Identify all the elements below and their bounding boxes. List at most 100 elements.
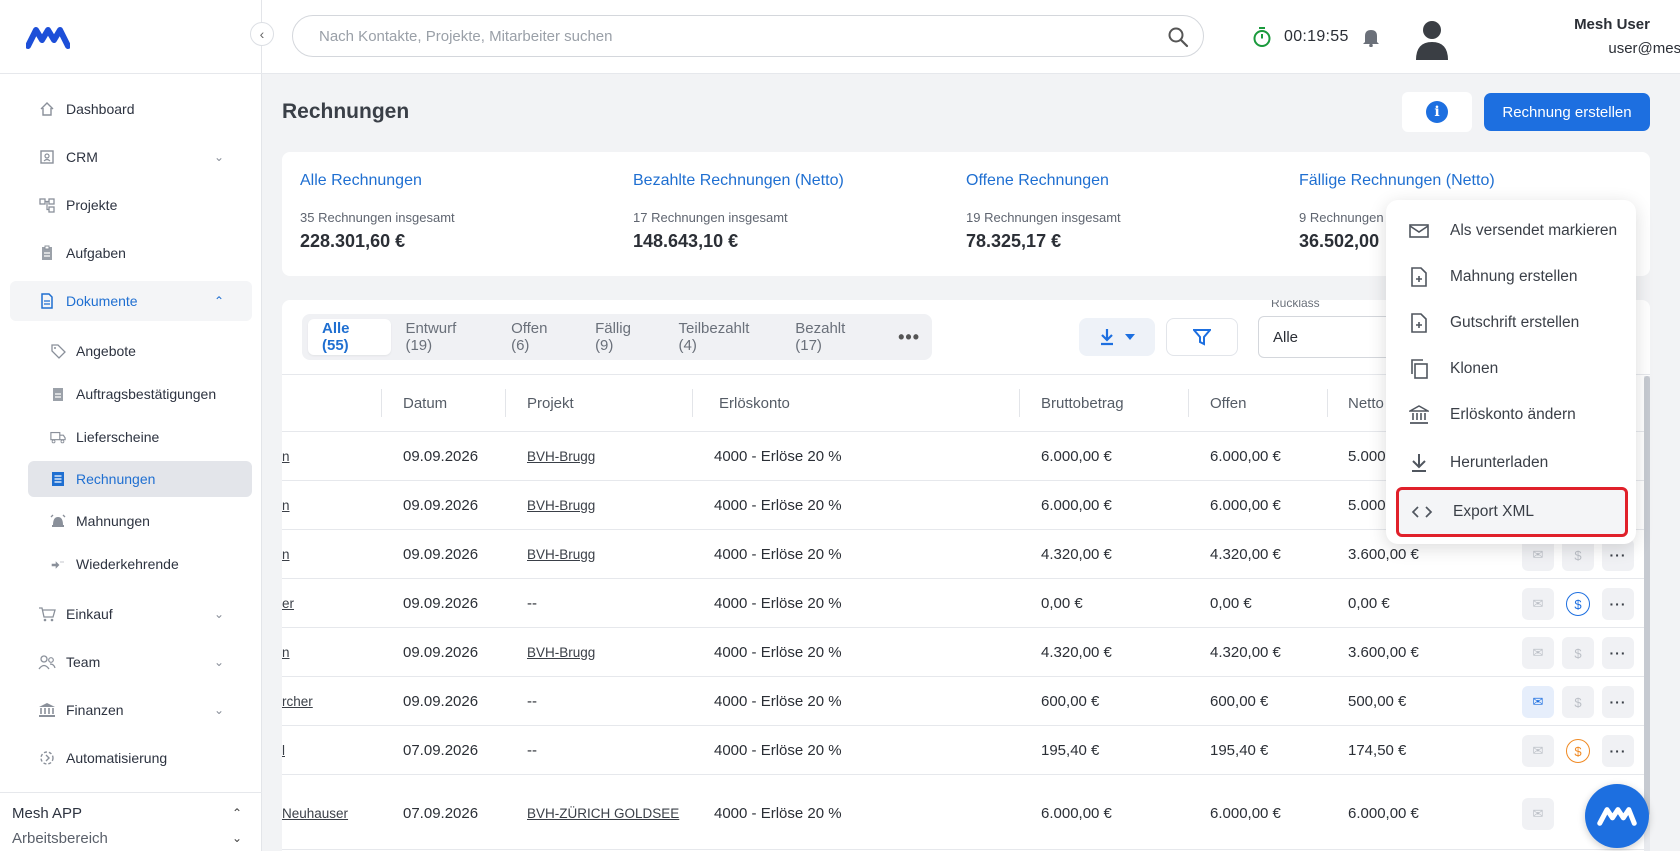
customer-link[interactable]: n xyxy=(282,481,290,529)
collapse-sidebar-button[interactable]: ‹ xyxy=(250,22,274,46)
stopwatch-icon[interactable] xyxy=(1252,26,1272,48)
chevron-up-icon[interactable]: ⌃ xyxy=(232,806,242,820)
sidebar-sub-auftragsbestaetigungen[interactable]: Auftragsbestätigungen xyxy=(28,376,252,412)
invoice-icon xyxy=(50,471,66,487)
mesh-logo[interactable] xyxy=(26,24,70,50)
tab-entwurf[interactable]: Entwurf (19) xyxy=(391,319,497,355)
download-menu-button[interactable] xyxy=(1079,318,1155,356)
customer-link[interactable]: n xyxy=(282,432,290,480)
col-projekt[interactable]: Projekt xyxy=(527,375,574,431)
user-name[interactable]: Mesh User xyxy=(1512,16,1680,33)
summary-open[interactable]: Offene Rechnungen 19 Rechnungen insgesam… xyxy=(966,172,1276,252)
tag-icon xyxy=(50,343,66,359)
chevron-down-icon[interactable]: ⌄ xyxy=(232,831,242,845)
user-avatar-icon[interactable] xyxy=(1414,18,1450,60)
project-link[interactable]: BVH-Brugg xyxy=(527,628,595,676)
payment-icon[interactable]: $ xyxy=(1566,592,1590,616)
summary-all[interactable]: Alle Rechnungen 35 Rechnungen insgesamt … xyxy=(300,172,610,252)
send-email-icon[interactable]: ✉ xyxy=(1522,686,1554,718)
more-actions-button[interactable]: ··· xyxy=(1602,637,1634,669)
summary-paid[interactable]: Bezahlte Rechnungen (Netto) 17 Rechnunge… xyxy=(633,172,943,252)
project-link[interactable]: BVH-Brugg xyxy=(527,530,595,578)
customer-link[interactable]: n xyxy=(282,628,290,676)
tab-bezahlt[interactable]: Bezahlt (17) xyxy=(781,319,886,355)
tab-faellig[interactable]: Fällig (9) xyxy=(581,319,664,355)
sidebar-item-team[interactable]: Team ⌄ xyxy=(10,642,252,682)
col-bruttobetrag[interactable]: Bruttobetrag xyxy=(1041,375,1124,431)
open-cell: 0,00 € xyxy=(1210,594,1252,612)
table-row[interactable]: rcher 09.09.2026 -- 4000 - Erlöse 20 % 6… xyxy=(282,677,1650,726)
sidebar-sub-label: Wiederkehrende xyxy=(76,556,179,572)
sidebar-item-dokumente[interactable]: Dokumente ⌃ xyxy=(10,281,252,321)
info-button[interactable]: i xyxy=(1402,92,1472,132)
customer-link[interactable]: rcher xyxy=(282,677,313,725)
customer-link[interactable]: l xyxy=(282,726,285,774)
more-actions-button[interactable]: ··· xyxy=(1602,686,1634,718)
sidebar-item-aufgaben[interactable]: Aufgaben xyxy=(10,233,252,273)
sidebar-sub-rechnungen[interactable]: Rechnungen xyxy=(28,461,252,497)
menu-item-mark-sent[interactable]: Als versendet markieren xyxy=(1386,209,1636,253)
more-actions-button[interactable]: ··· xyxy=(1602,588,1634,620)
sidebar-item-crm[interactable]: CRM ⌄ xyxy=(10,137,252,177)
bell-icon[interactable] xyxy=(1362,27,1380,47)
sidebar-sub-wiederkehrende[interactable]: Wiederkehrende xyxy=(28,546,252,582)
menu-item-clone[interactable]: Klonen xyxy=(1386,347,1636,391)
tab-alle[interactable]: Alle (55) xyxy=(308,319,392,355)
search-icon[interactable] xyxy=(1167,26,1189,48)
customer-link[interactable]: Neuhauser xyxy=(282,789,348,837)
row-actions: ✉ xyxy=(1522,798,1554,830)
sidebar-sub-lieferscheine[interactable]: Lieferscheine xyxy=(28,419,252,455)
tab-offen[interactable]: Offen (6) xyxy=(497,319,581,355)
filter-button[interactable] xyxy=(1166,318,1238,356)
workspace-name[interactable]: Mesh APP xyxy=(12,805,82,822)
sidebar-item-finanzen[interactable]: Finanzen ⌄ xyxy=(10,690,252,730)
row-actions: ✉ $ ··· xyxy=(1522,637,1634,669)
payment-icon[interactable]: $ xyxy=(1562,686,1594,718)
project-link[interactable]: BVH-ZÜRICH GOLDSEE xyxy=(527,789,679,837)
create-invoice-button[interactable]: Rechnung erstellen xyxy=(1484,93,1650,131)
mesh-assistant-button[interactable] xyxy=(1585,784,1649,848)
sidebar-item-einkauf[interactable]: Einkauf ⌄ xyxy=(10,594,252,634)
col-offen[interactable]: Offen xyxy=(1210,375,1246,431)
table-row[interactable]: n 09.09.2026 BVH-Brugg 4000 - Erlöse 20 … xyxy=(282,628,1650,677)
menu-item-change-account[interactable]: Erlöskonto ändern xyxy=(1386,393,1636,437)
project-link[interactable]: BVH-Brugg xyxy=(527,481,595,529)
sidebar-item-dashboard[interactable]: Dashboard xyxy=(10,89,252,129)
send-email-icon[interactable]: ✉ xyxy=(1522,798,1554,830)
sidebar-sub-angebote[interactable]: Angebote xyxy=(28,333,252,369)
table-row[interactable]: l 07.09.2026 -- 4000 - Erlöse 20 % 195,4… xyxy=(282,726,1650,775)
search-box[interactable] xyxy=(292,15,1204,57)
menu-item-export-xml[interactable]: Export XML xyxy=(1396,487,1628,537)
open-cell: 4.320,00 € xyxy=(1210,545,1281,563)
more-tabs-icon[interactable]: ••• xyxy=(886,327,932,348)
menu-item-create-credit[interactable]: Gutschrift erstellen xyxy=(1386,301,1636,345)
sidebar-sub-mahnungen[interactable]: Mahnungen xyxy=(28,503,252,539)
user-email[interactable]: user@mesh-app.com xyxy=(1472,40,1680,57)
customer-link[interactable]: n xyxy=(282,530,290,578)
tab-teilbezahlt[interactable]: Teilbezahlt (4) xyxy=(665,319,782,355)
col-netto[interactable]: Netto xyxy=(1348,375,1384,431)
table-scrollbar[interactable] xyxy=(1644,376,1650,851)
col-datum[interactable]: Datum xyxy=(403,375,447,431)
payment-icon[interactable]: $ xyxy=(1566,739,1590,763)
table-row[interactable]: Neuhauser 07.09.2026 BVH-ZÜRICH GOLDSEE … xyxy=(282,775,1650,850)
col-erloeskonto[interactable]: Erlöskonto xyxy=(719,375,790,431)
menu-item-label: Als versendet markieren xyxy=(1450,222,1618,239)
menu-item-download[interactable]: Herunterladen xyxy=(1386,441,1636,485)
project-cell: -- xyxy=(527,692,537,710)
send-email-icon[interactable]: ✉ xyxy=(1522,588,1554,620)
menu-item-create-reminder[interactable]: Mahnung erstellen xyxy=(1386,255,1636,299)
project-link[interactable]: BVH-Brugg xyxy=(527,432,595,480)
scrollbar-thumb[interactable] xyxy=(1644,376,1650,816)
customer-link[interactable]: er xyxy=(282,579,294,627)
more-actions-button[interactable]: ··· xyxy=(1602,735,1634,767)
send-email-icon[interactable]: ✉ xyxy=(1522,735,1554,767)
table-row[interactable]: er 09.09.2026 -- 4000 - Erlöse 20 % 0,00… xyxy=(282,579,1650,628)
search-input[interactable] xyxy=(319,26,1139,46)
sidebar-item-automatisierung[interactable]: Automatisierung xyxy=(10,738,252,778)
sidebar-item-projekte[interactable]: Projekte xyxy=(10,185,252,225)
workspace-label[interactable]: Arbeitsbereich xyxy=(12,830,108,847)
send-email-icon[interactable]: ✉ xyxy=(1522,637,1554,669)
payment-icon[interactable]: $ xyxy=(1562,637,1594,669)
timer-display[interactable]: 00:19:55 xyxy=(1284,28,1349,46)
